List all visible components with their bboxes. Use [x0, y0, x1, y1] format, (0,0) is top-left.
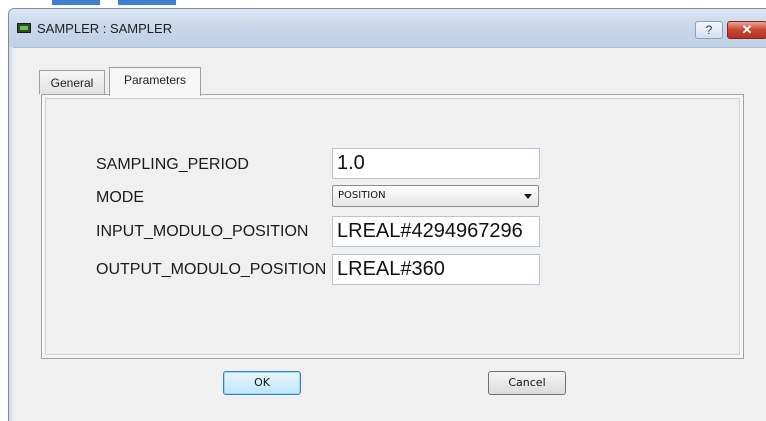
window-title: SAMPLER : SAMPLER [37, 21, 173, 36]
cancel-button[interactable]: Cancel [488, 371, 566, 395]
output-modulo-position-label: OUTPUT_MODULO_POSITION [96, 261, 327, 278]
input-modulo-position-label: INPUT_MODULO_POSITION [96, 223, 309, 240]
mode-select-value: POSITION [338, 190, 386, 201]
window-frame-edge [9, 47, 13, 421]
input-modulo-position-input[interactable]: LREAL#4294967296 [332, 216, 540, 247]
output-modulo-position-input[interactable]: LREAL#360 [332, 254, 540, 285]
tab-general[interactable]: General [39, 70, 105, 94]
background-window-edge [52, 0, 100, 5]
sampling-period-label: SAMPLING_PERIOD [96, 156, 249, 173]
tab-parameters[interactable]: Parameters [109, 67, 201, 96]
help-button[interactable]: ? [695, 21, 723, 39]
close-button[interactable]: ✕ [727, 21, 766, 39]
app-icon [17, 23, 31, 33]
background-window-edge [118, 0, 176, 5]
mode-label: MODE [96, 189, 144, 206]
ok-button[interactable]: OK [223, 371, 301, 395]
help-icon: ? [705, 23, 713, 37]
sampler-dialog: SAMPLER : SAMPLER ? ✕ General Parameters… [8, 8, 766, 421]
chevron-down-icon [524, 194, 532, 199]
mode-select[interactable]: POSITION [332, 185, 539, 207]
title-bar[interactable]: SAMPLER : SAMPLER ? ✕ [9, 9, 766, 48]
sampling-period-input[interactable]: 1.0 [332, 148, 540, 179]
close-icon: ✕ [741, 22, 753, 37]
